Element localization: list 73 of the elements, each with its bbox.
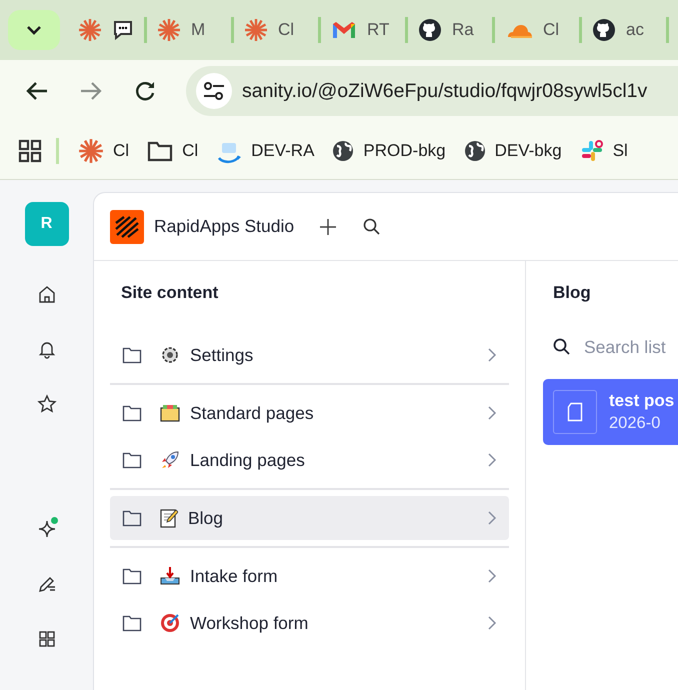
chevron-right-icon	[487, 406, 497, 420]
chevron-right-icon	[487, 569, 497, 583]
bookmark[interactable]: Cl	[71, 134, 136, 168]
folder-icon	[122, 614, 142, 632]
globe-icon	[332, 140, 354, 162]
grid-icon	[18, 138, 42, 162]
gear-icon	[160, 345, 180, 365]
chevron-right-icon	[487, 616, 497, 630]
tune-icon	[203, 82, 225, 100]
search-icon	[552, 337, 572, 357]
structure-item[interactable]: Settings	[110, 333, 509, 377]
folder-icon	[122, 404, 142, 422]
plus-icon	[318, 216, 338, 236]
home-icon	[36, 284, 56, 304]
structure-item[interactable]: Intake form	[110, 554, 509, 598]
forward-arrow-icon	[80, 81, 102, 101]
folder-icon	[122, 509, 142, 527]
bookmark[interactable]: Sl	[572, 134, 635, 166]
browser-tab[interactable]: RT	[321, 10, 405, 50]
url-text: sanity.io/@oZiW6eFpu/studio/fqwjr08sywl5cl1v	[242, 80, 648, 102]
status-dot	[50, 517, 58, 524]
pane-title: Site content	[120, 283, 220, 304]
folder-icon	[160, 404, 180, 422]
chevron-right-icon	[487, 511, 497, 525]
slack-icon	[580, 138, 604, 162]
star-icon	[36, 394, 56, 414]
bookmark[interactable]: DEV-bkg	[456, 136, 569, 166]
target-icon	[160, 613, 180, 633]
folder-icon	[122, 451, 142, 469]
address-bar[interactable]: sanity.io/@oZiW6eFpu/studio/fqwjr08sywl5cl1v	[186, 66, 678, 116]
asterisk-icon	[78, 138, 104, 164]
folder-icon	[147, 140, 174, 162]
folder-icon	[122, 567, 142, 585]
site-info-button[interactable]	[196, 73, 232, 109]
folder-icon	[122, 346, 142, 364]
bookmark[interactable]: Cl	[140, 136, 206, 166]
asterisk-icon	[157, 18, 181, 42]
chevron-right-icon	[487, 453, 497, 467]
grid-icon	[36, 629, 56, 649]
pane-title: Blog	[552, 283, 592, 304]
browser-tab[interactable]: M	[147, 10, 231, 50]
structure-item[interactable]: Workshop form	[110, 601, 509, 645]
asterisk-icon	[244, 18, 268, 42]
search-field[interactable]: Search list	[584, 336, 678, 358]
search-icon	[362, 216, 382, 236]
structure-item[interactable]: Blog	[110, 496, 509, 540]
chevron-down-icon	[26, 25, 42, 35]
bookmark[interactable]: DEV-RA	[209, 134, 322, 168]
github-icon	[418, 18, 442, 42]
back-arrow-icon	[26, 81, 48, 101]
asterisk-icon	[78, 18, 102, 42]
bookmark[interactable]: PROD-bkg	[325, 136, 453, 166]
document-icon	[567, 402, 583, 422]
browser-tab[interactable]: ac	[582, 10, 666, 50]
document-item[interactable]: test pos 2026-0	[543, 379, 678, 445]
chevron-right-icon	[487, 348, 497, 362]
memo-icon	[160, 508, 178, 528]
scribble-icon	[114, 214, 140, 238]
studio-title: RapidApps Studio	[154, 216, 294, 237]
chat-icon	[112, 19, 134, 41]
mail-icon	[331, 20, 357, 40]
reload-icon	[134, 80, 156, 102]
rocket-icon	[160, 450, 180, 470]
browser-tab[interactable]: Cl	[234, 10, 318, 50]
tab-search-button[interactable]	[8, 10, 60, 50]
browser-tab[interactable]: Ra	[408, 10, 492, 50]
globe-icon	[464, 140, 486, 162]
structure-item[interactable]: Standard pages	[110, 391, 509, 435]
sparkle-icon	[36, 519, 56, 539]
structure-item[interactable]: Landing pages	[110, 438, 509, 482]
browser-tab[interactable]: Cl	[495, 10, 579, 50]
inbox-tray-icon	[160, 566, 180, 586]
github-icon	[592, 18, 616, 42]
